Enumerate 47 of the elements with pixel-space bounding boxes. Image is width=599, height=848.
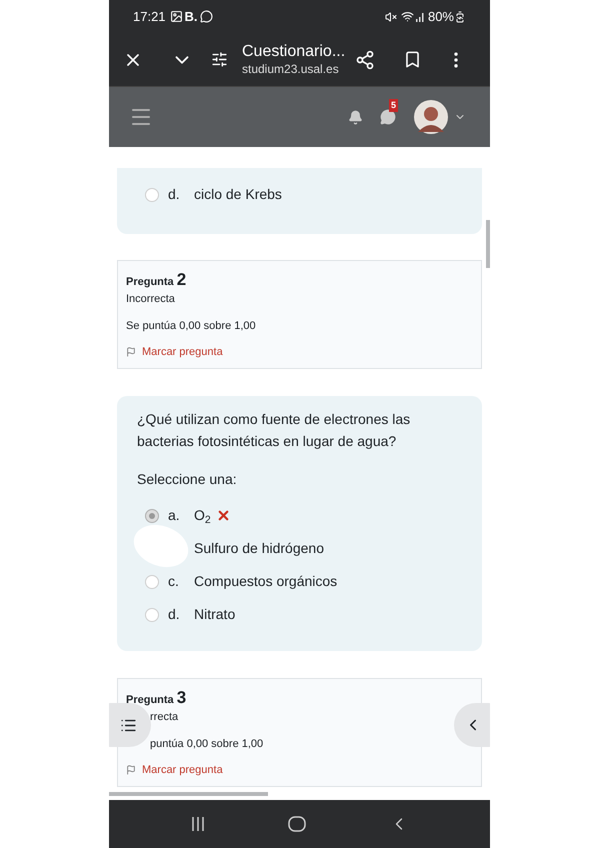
radio-button[interactable]	[145, 188, 159, 202]
question-label: Pregunta	[126, 275, 174, 290]
bell-icon[interactable]	[348, 110, 363, 124]
flag-icon	[126, 765, 136, 776]
radio-button[interactable]	[145, 574, 159, 588]
status-time: 17:21	[133, 8, 166, 26]
option-text[interactable]: O$_{2}$	[194, 505, 211, 526]
question-number: 3	[176, 687, 186, 709]
radio-button[interactable]	[145, 608, 159, 622]
recents-icon[interactable]	[190, 816, 206, 832]
question-text: ¿Qué utilizan como fuente de electrones las bacterias fotosintéticas en lugar de agua?	[137, 410, 412, 451]
option-letter: d.	[168, 185, 181, 204]
option-text[interactable]: ciclo de Krebs	[194, 184, 282, 205]
option-letter: a.	[168, 506, 181, 525]
question-status: rrecta	[150, 710, 178, 725]
question-score: Se puntúa 0,00 sobre 1,00	[126, 318, 256, 334]
question-score: puntúa 0,00 sobre 1,00	[150, 736, 264, 752]
signal-icon	[414, 12, 425, 22]
flag-icon	[126, 347, 136, 358]
chat-icon[interactable]	[380, 109, 396, 125]
question-label: Pregunta	[126, 693, 174, 708]
vertical-scrollbar	[486, 220, 490, 268]
flag-link[interactable]: Marcar pregunta	[126, 344, 223, 360]
option-text[interactable]: Nitrato	[194, 604, 236, 625]
option-text[interactable]: Compuestos orgánicos	[194, 571, 338, 592]
option-letter: c.	[168, 572, 180, 591]
image-icon	[170, 10, 183, 23]
page-title: Cuestionario...	[242, 42, 346, 62]
home-icon[interactable]	[288, 816, 306, 832]
battery-percentage: 80%	[428, 8, 454, 26]
sliders-icon[interactable]	[211, 51, 228, 68]
question-status: Incorrecta	[126, 292, 175, 307]
option-letter: d.	[168, 605, 181, 624]
chat-icon	[200, 10, 213, 23]
prompt-text: Seleccione una:	[137, 470, 238, 489]
question-number: 2	[176, 269, 186, 291]
option-text[interactable]: Sulfuro de hidrógeno	[194, 538, 324, 559]
notification-text: B.	[184, 8, 198, 26]
wrong-icon	[216, 508, 231, 523]
message-badge: 5	[389, 99, 398, 112]
battery-icon	[454, 10, 466, 22]
avatar[interactable]	[414, 100, 448, 134]
page-url: studium23.usal.es	[242, 62, 340, 77]
share-icon[interactable]	[355, 50, 376, 70]
mute-icon	[384, 10, 397, 22]
flag-link[interactable]: Marcar pregunta	[126, 762, 223, 778]
radio-button[interactable]	[145, 508, 159, 522]
